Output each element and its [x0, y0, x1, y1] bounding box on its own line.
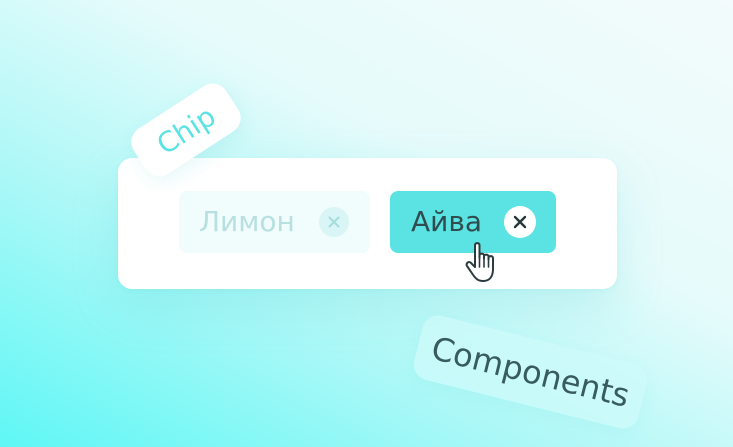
chip-quince-label: Айва: [411, 205, 483, 238]
chip-lemon: Лимон: [179, 191, 370, 253]
close-icon[interactable]: [504, 206, 536, 238]
chip-tag-label: Chip: [150, 99, 222, 161]
close-icon: [319, 207, 349, 237]
components-tag: Components: [410, 312, 651, 432]
chip-lemon-label: Лимон: [199, 205, 295, 238]
pointer-hand-icon: [462, 240, 504, 286]
components-tag-label: Components: [427, 329, 634, 415]
